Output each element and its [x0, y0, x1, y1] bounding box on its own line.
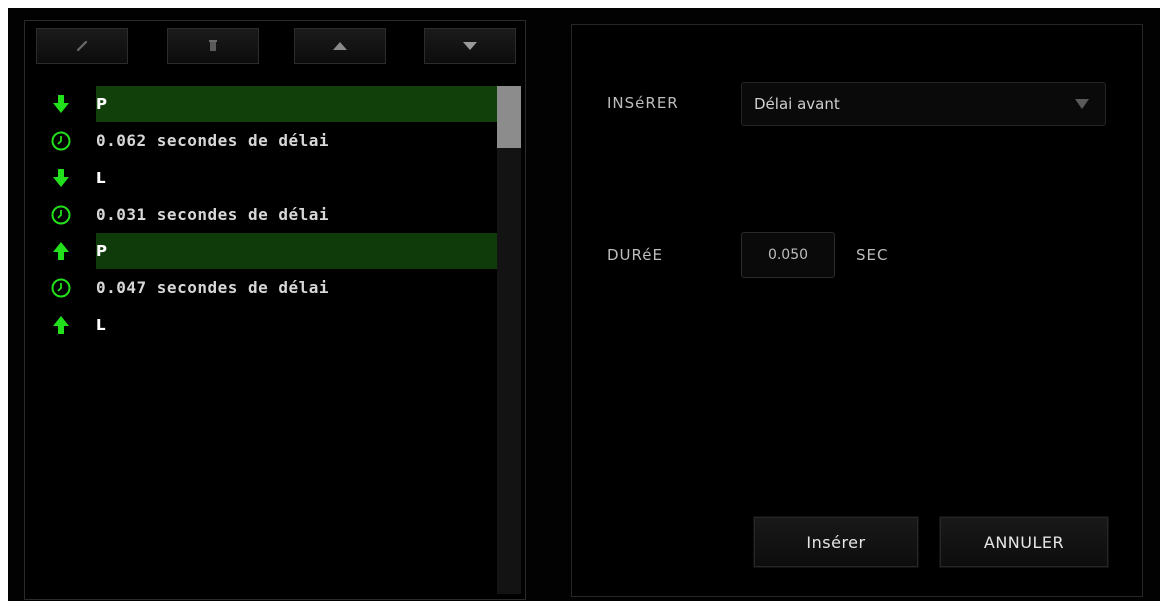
list-item-label: 0.047 secondes de délai	[96, 278, 330, 297]
list-item[interactable]: L	[34, 160, 497, 196]
duration-label: DURéE	[607, 246, 663, 264]
list-item[interactable]: 0.062 secondes de délai	[34, 123, 497, 159]
list-item-label: P	[96, 95, 108, 113]
delete-button[interactable]	[167, 28, 259, 64]
list-item-label: 0.062 secondes de délai	[96, 131, 330, 150]
arrow-down-icon	[463, 42, 477, 50]
arrow-down-icon	[53, 95, 69, 113]
insert-type-value: Délai avant	[754, 95, 840, 113]
clock-icon	[51, 131, 71, 151]
duration-unit: SEC	[856, 246, 889, 264]
macro-event-list: P 0.062 secondes de délai L 0.031 second…	[34, 86, 497, 596]
list-item[interactable]: P	[34, 86, 497, 122]
clock-icon	[51, 278, 71, 298]
list-item[interactable]: L	[34, 307, 497, 343]
arrow-down-icon	[53, 169, 69, 187]
selection-highlight	[96, 233, 497, 269]
edit-button[interactable]	[36, 28, 128, 64]
insert-button[interactable]: Insérer	[753, 516, 919, 568]
move-up-button[interactable]	[294, 28, 386, 64]
arrow-up-icon	[53, 316, 69, 334]
chevron-down-icon	[1075, 99, 1089, 109]
list-item-label: L	[96, 316, 107, 334]
move-down-button[interactable]	[424, 28, 516, 64]
selection-highlight	[96, 86, 497, 122]
arrow-up-icon	[333, 42, 347, 50]
arrow-up-icon	[53, 242, 69, 260]
insert-label: INSéRER	[607, 94, 679, 112]
list-item[interactable]: P	[34, 233, 497, 269]
insert-type-dropdown[interactable]: Délai avant	[741, 82, 1106, 126]
list-item[interactable]: 0.047 secondes de délai	[34, 270, 497, 306]
list-item-label: 0.031 secondes de délai	[96, 205, 330, 224]
trash-icon	[209, 40, 217, 51]
list-scrollbar-track[interactable]	[497, 86, 521, 594]
pencil-icon	[76, 40, 88, 52]
clock-icon	[51, 205, 71, 225]
list-item[interactable]: 0.031 secondes de délai	[34, 197, 497, 233]
cancel-button[interactable]: ANNULER	[939, 516, 1109, 568]
list-scrollbar-thumb[interactable]	[497, 86, 521, 148]
duration-input[interactable]	[741, 232, 835, 278]
list-item-label: P	[96, 242, 108, 260]
list-item-label: L	[96, 169, 107, 187]
